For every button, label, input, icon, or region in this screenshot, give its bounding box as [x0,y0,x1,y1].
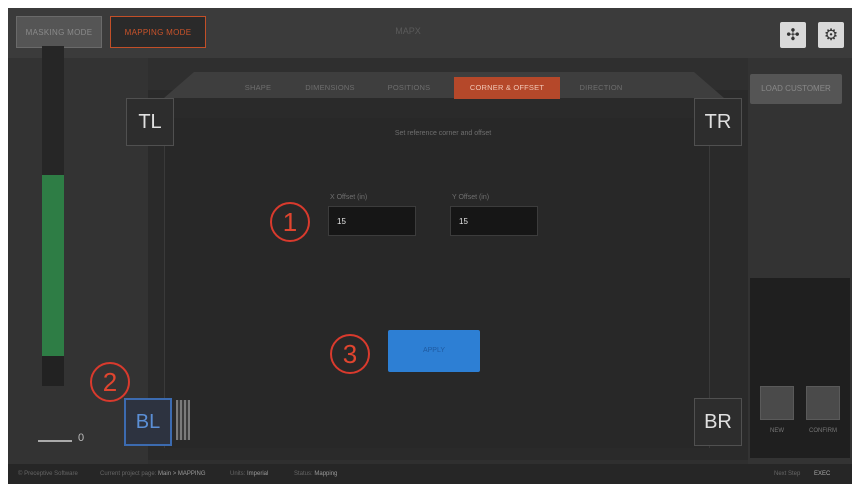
status-item-status: Status: Mapping [294,471,337,477]
apply-button[interactable]: APPLY [388,330,480,372]
status-next-value: EXEC [814,471,831,477]
status-bar: © Preceptive Software Current project pa… [8,464,852,484]
confirm-button-label: CONFIRM [809,428,837,434]
annotation-marker-1: 1 [270,202,310,242]
meter-value: 0 [78,432,85,444]
new-button-label: NEW [770,428,784,434]
y-offset-input[interactable] [450,206,538,236]
status-project-value: Main > MAPPING [158,471,206,477]
annotation-marker-3: 3 [330,334,370,374]
level-meter-fill [42,175,64,386]
x-offset-input[interactable] [328,206,416,236]
tab-direction[interactable]: DIRECTION [566,77,636,99]
app-title: MAPX [395,26,421,36]
status-next-label: Next Step [774,471,801,477]
status-item-units: Units: Imperial [230,471,268,477]
status-item-project: Current project page: Main > MAPPING [100,471,206,477]
status-status-value: Mapping [314,471,338,477]
top-bar: MASKING MODE MAPPING MODE MAPX ✣ ⚙ [8,8,852,58]
status-units-label: Units: [230,471,246,477]
load-customer-button[interactable]: LOAD CUSTOMER [750,74,842,104]
tab-masking-mode[interactable]: MASKING MODE [16,16,102,48]
stage-tabs: SHAPE DIMENSIONS POSITIONS CORNER & OFFS… [164,72,724,99]
gear-icon: ⚙ [823,27,839,44]
corner-bl-button[interactable]: BL [124,398,172,446]
settings-button[interactable]: ⚙ [818,22,844,48]
confirm-button[interactable] [806,386,840,420]
status-project-label: Current project page: [100,471,157,477]
corner-tr-button[interactable]: TR [694,98,742,146]
stage-subtitle: Set reference corner and offset [394,130,492,137]
level-meter [42,46,64,386]
x-offset-label: X Offset (in) [330,194,368,201]
fullscreen-icon: ✣ [786,27,800,44]
tab-mapping-mode[interactable]: MAPPING MODE [110,16,206,48]
new-button[interactable] [760,386,794,420]
annotation-marker-2: 2 [90,362,130,402]
status-units-value: Imperial [247,471,269,477]
tab-dimensions[interactable]: DIMENSIONS [294,77,366,99]
level-meter-base [42,356,64,386]
tab-corner-offset[interactable]: CORNER & OFFSET [454,77,560,99]
drag-handle[interactable] [176,400,190,440]
fullscreen-button[interactable]: ✣ [780,22,806,48]
status-status-label: Status: [294,471,313,477]
y-offset-label: Y Offset (in) [452,194,490,201]
corner-tl-button[interactable]: TL [126,98,174,146]
meter-baseline [38,440,72,442]
mapping-area [164,118,710,448]
app-window: MASKING MODE MAPPING MODE MAPX ✣ ⚙ 0 LOA… [8,8,852,484]
corner-br-button[interactable]: BR [694,398,742,446]
status-copyright: © Preceptive Software [18,471,78,477]
tab-positions[interactable]: POSITIONS [374,77,444,99]
tab-shape[interactable]: SHAPE [228,77,288,99]
